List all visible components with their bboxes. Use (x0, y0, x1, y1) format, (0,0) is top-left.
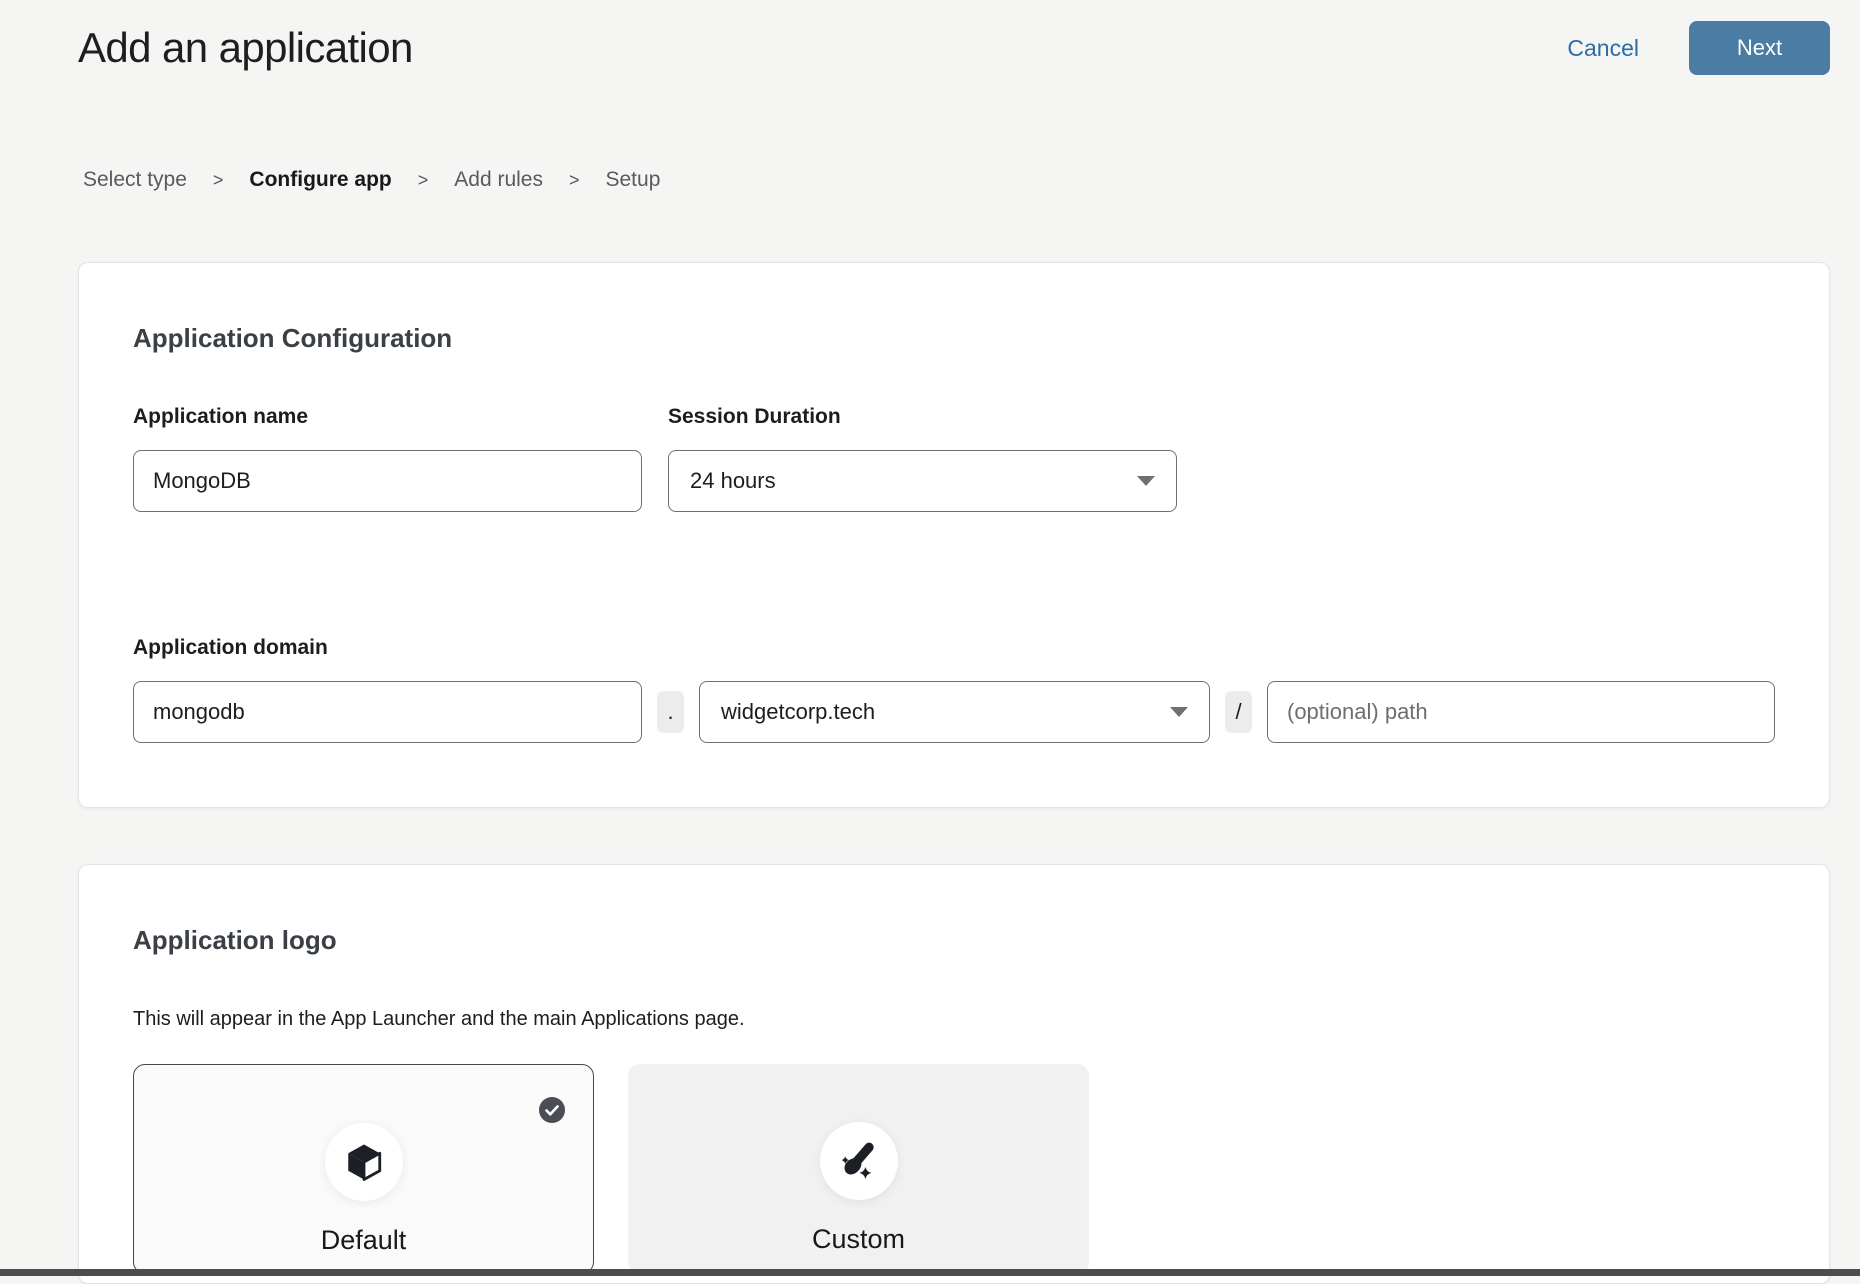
session-duration-value: 24 hours (690, 468, 776, 494)
application-domain-field: Application domain . widgetcorp.tech / (133, 636, 1775, 743)
next-button[interactable]: Next (1689, 21, 1830, 75)
default-logo-circle (325, 1123, 403, 1201)
step-select-type[interactable]: Select type (83, 168, 187, 192)
application-logo-card: Application logo This will appear in the… (78, 864, 1830, 1284)
logo-option-label: Custom (628, 1224, 1089, 1255)
logo-option-custom[interactable]: Custom (628, 1064, 1089, 1274)
horizontal-scrollbar[interactable] (0, 1269, 1860, 1276)
domain-select[interactable]: widgetcorp.tech (699, 681, 1210, 743)
chevron-down-icon (1137, 476, 1155, 486)
cancel-button[interactable]: Cancel (1567, 35, 1639, 62)
logo-options: Default Custom (133, 1064, 1775, 1274)
name-session-row: Application name Session Duration 24 hou… (133, 405, 1775, 512)
header-actions: Cancel Next (1567, 21, 1830, 75)
application-configuration-title: Application Configuration (133, 323, 1775, 353)
check-icon (539, 1097, 565, 1123)
page: Add an application Cancel Next Select ty… (0, 20, 1860, 1284)
logo-option-default[interactable]: Default (133, 1064, 594, 1274)
application-name-field: Application name (133, 405, 642, 512)
application-domain-label: Application domain (133, 636, 1775, 660)
step-setup[interactable]: Setup (606, 168, 661, 192)
paintbrush-icon (837, 1139, 881, 1183)
chevron-down-icon (1170, 707, 1188, 717)
application-domain-row: . widgetcorp.tech / (133, 681, 1775, 743)
breadcrumb-separator: > (569, 170, 580, 191)
cube-icon (343, 1141, 385, 1183)
dot-separator-badge: . (657, 691, 684, 733)
page-title: Add an application (78, 24, 413, 72)
breadcrumb-separator: > (418, 170, 429, 191)
custom-logo-circle (820, 1122, 898, 1200)
application-logo-title: Application logo (133, 925, 1775, 955)
application-name-label: Application name (133, 405, 642, 429)
session-duration-field: Session Duration 24 hours (668, 405, 1177, 512)
application-logo-description: This will appear in the App Launcher and… (133, 1008, 1775, 1031)
path-input[interactable] (1267, 681, 1775, 743)
domain-select-value: widgetcorp.tech (721, 699, 875, 725)
step-configure-app[interactable]: Configure app (249, 168, 391, 192)
breadcrumb: Select type > Configure app > Add rules … (83, 168, 1830, 192)
logo-option-label: Default (134, 1225, 593, 1256)
subdomain-input[interactable] (133, 681, 642, 743)
slash-separator-badge: / (1225, 691, 1252, 733)
breadcrumb-separator: > (213, 170, 224, 191)
session-duration-label: Session Duration (668, 405, 1177, 429)
application-name-input[interactable] (133, 450, 642, 512)
application-configuration-card: Application Configuration Application na… (78, 262, 1830, 808)
session-duration-select[interactable]: 24 hours (668, 450, 1177, 512)
step-add-rules[interactable]: Add rules (454, 168, 543, 192)
page-header: Add an application Cancel Next (78, 20, 1830, 76)
